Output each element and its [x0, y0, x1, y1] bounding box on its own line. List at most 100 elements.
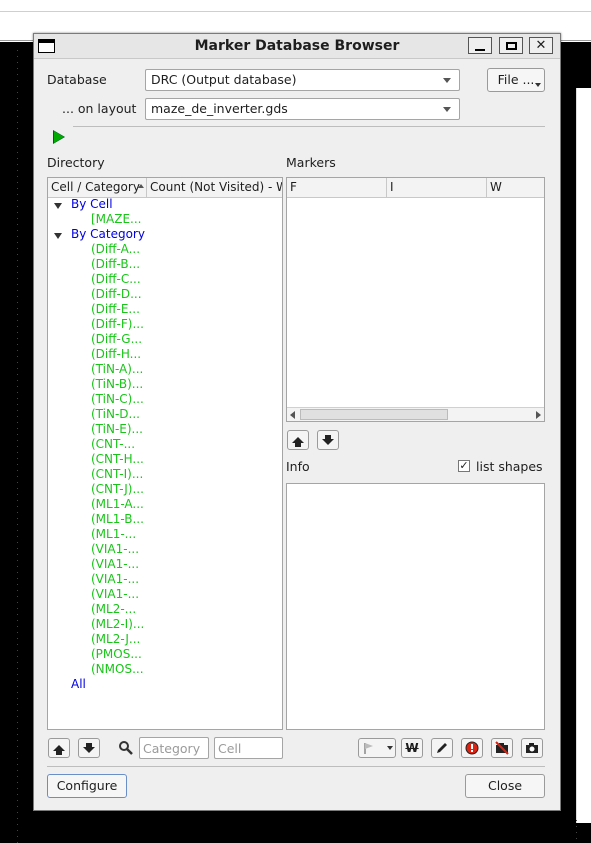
column-header-f[interactable]: F	[287, 178, 387, 197]
tree-item-category[interactable]: (VIA1-...	[91, 542, 139, 557]
pencil-icon	[437, 743, 447, 753]
tree-item-category[interactable]: (Diff-D...	[91, 287, 142, 302]
configure-button[interactable]: Configure	[47, 774, 127, 798]
tree-item-category[interactable]: (TiN-D...	[91, 407, 140, 422]
scroll-left-icon[interactable]	[290, 411, 295, 419]
markers-title: Markers	[286, 155, 336, 170]
camera-off-icon	[495, 741, 509, 755]
tree-item-category[interactable]: (CNT-H...	[91, 452, 144, 467]
expand-icon[interactable]	[54, 233, 62, 239]
file-menu-button[interactable]: File ...	[487, 68, 545, 92]
layout-select[interactable]: maze_de_inverter.gds	[145, 98, 460, 120]
tree-item-cell[interactable]: [MAZE...	[91, 212, 142, 227]
tree-item-category[interactable]: (Diff-C...	[91, 272, 141, 287]
column-header-label: F	[290, 180, 297, 194]
database-select-value: DRC (Output database)	[151, 72, 297, 87]
tree-item-category[interactable]: (ML2-J...	[91, 632, 140, 647]
tree-node-by-category[interactable]: By Category	[71, 227, 145, 242]
tree-item-category[interactable]: (VIA1-...	[91, 587, 139, 602]
tree-item-category[interactable]: (NMOS...	[91, 662, 144, 677]
tree-item-category[interactable]: (ML1-B...	[91, 512, 144, 527]
column-header-w[interactable]: W	[487, 178, 544, 197]
separator	[73, 126, 545, 127]
waive-icon: W	[405, 741, 419, 755]
layout-select-value: maze_de_inverter.gds	[151, 101, 288, 116]
move-down-button[interactable]	[78, 738, 100, 758]
tree-item-category[interactable]: (CNT-I)...	[91, 467, 143, 482]
tree-item-category[interactable]: (CNT-J)...	[91, 482, 144, 497]
tree-item-category[interactable]: (Diff-B...	[91, 257, 140, 272]
database-label: Database	[47, 72, 107, 87]
layout-label: ... on layout	[62, 101, 137, 116]
expand-icon[interactable]	[54, 203, 62, 209]
tree-item-category[interactable]: (VIA1-...	[91, 557, 139, 572]
tree-item-category[interactable]: (ML1-A...	[91, 497, 144, 512]
tree-item-category[interactable]: (ML2-...	[91, 602, 136, 617]
sort-ascending-icon	[138, 184, 144, 188]
tree-node-all[interactable]: All	[71, 677, 86, 692]
tree-item-category[interactable]: (Diff-E...	[91, 302, 140, 317]
background-grid-line	[17, 50, 18, 843]
remove-snapshot-button[interactable]	[491, 738, 513, 758]
tree-item-category[interactable]: (PMOS...	[91, 647, 142, 662]
background-panel	[576, 88, 591, 823]
close-label: Close	[487, 778, 523, 793]
directory-header: Cell / Category Count (Not Visited) - W	[48, 178, 282, 198]
directory-title: Directory	[47, 155, 105, 170]
title-bar[interactable]: Marker Database Browser ✕	[34, 34, 560, 59]
cell-filter-input[interactable]	[214, 737, 283, 759]
camera-icon	[526, 743, 538, 753]
move-up-button[interactable]	[48, 738, 70, 758]
tree-item-category[interactable]: (TiN-E)...	[91, 422, 143, 437]
tree-item-category[interactable]: (Diff-G...	[91, 332, 142, 347]
waived-button[interactable]: W	[401, 738, 423, 758]
tree-item-category[interactable]: (TiN-A)...	[91, 362, 143, 377]
tree-item-category[interactable]: (VIA1-...	[91, 572, 139, 587]
column-header-cell-category[interactable]: Cell / Category	[48, 178, 147, 197]
directory-tree[interactable]: Cell / Category Count (Not Visited) - W …	[47, 177, 283, 730]
scroll-right-icon[interactable]	[536, 411, 541, 419]
cell-filter-field[interactable]	[218, 738, 282, 758]
file-menu-label: File ...	[497, 72, 535, 87]
chevron-down-icon	[535, 83, 541, 87]
tree-item-category[interactable]: (CNT-...	[91, 437, 135, 452]
tree-item-category[interactable]: (TiN-C)...	[91, 392, 144, 407]
database-select[interactable]: DRC (Output database)	[145, 69, 460, 91]
markers-header: F I W	[287, 178, 544, 198]
info-panel	[286, 483, 545, 730]
minimize-button[interactable]	[468, 37, 492, 54]
next-marker-button[interactable]	[317, 430, 339, 450]
arrow-down-icon	[322, 435, 334, 445]
tree-item-category[interactable]: (ML1-...	[91, 527, 136, 542]
column-header-count[interactable]: Count (Not Visited) - W	[147, 178, 283, 197]
tree-item-category[interactable]: (ML2-I)...	[91, 617, 144, 632]
column-header-label: Count (Not Visited) - W	[150, 180, 283, 194]
category-filter-field[interactable]	[143, 738, 208, 758]
close-window-button[interactable]: ✕	[529, 37, 553, 54]
tree-node-by-cell[interactable]: By Cell	[71, 197, 113, 212]
search-icon	[119, 741, 133, 755]
tree-item-category[interactable]: (Diff-F)...	[91, 317, 144, 332]
important-button[interactable]	[461, 738, 483, 758]
tree-item-category[interactable]: (Diff-H...	[91, 347, 141, 362]
tree-item-category[interactable]: (TiN-B)...	[91, 377, 143, 392]
horizontal-scrollbar[interactable]	[287, 407, 544, 421]
background-grid-line	[576, 820, 577, 843]
previous-marker-button[interactable]	[287, 430, 309, 450]
chevron-down-icon	[443, 107, 451, 112]
list-shapes-checkbox[interactable]: ✓	[458, 460, 470, 472]
edit-comment-button[interactable]	[431, 738, 453, 758]
add-snapshot-button[interactable]	[521, 738, 543, 758]
markers-list[interactable]: F I W	[286, 177, 545, 422]
category-filter-input[interactable]	[139, 737, 209, 759]
column-header-i[interactable]: I	[387, 178, 487, 197]
maximize-button[interactable]	[499, 37, 523, 54]
scrollbar-thumb[interactable]	[300, 409, 448, 420]
play-icon	[54, 131, 64, 143]
chevron-down-icon	[443, 78, 451, 83]
arrow-up-icon	[53, 745, 65, 755]
marker-flag-button[interactable]	[358, 738, 396, 758]
close-button[interactable]: Close	[465, 774, 545, 798]
column-header-label: Cell / Category	[51, 180, 140, 194]
tree-item-category[interactable]: (Diff-A...	[91, 242, 140, 257]
